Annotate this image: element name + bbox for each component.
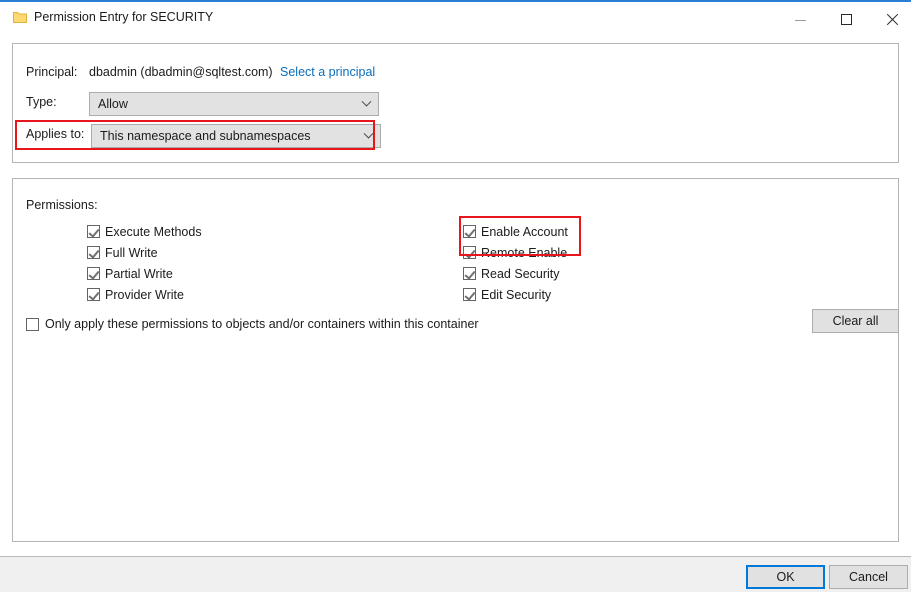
checkbox-icon[interactable] xyxy=(87,267,100,280)
chevron-down-icon xyxy=(356,125,380,147)
only-apply-checkbox-row[interactable]: Only apply these permissions to objects … xyxy=(26,317,479,331)
close-icon xyxy=(886,13,899,26)
permissions-label: Permissions: xyxy=(26,198,98,212)
permission-label: Full Write xyxy=(105,245,158,260)
permission-label: Provider Write xyxy=(105,287,184,302)
permission-checkbox-row[interactable]: Execute Methods xyxy=(87,221,202,242)
permission-label: Remote Enable xyxy=(481,245,568,260)
folder-icon xyxy=(13,12,27,23)
permission-label: Edit Security xyxy=(481,287,552,302)
applies-to-label: Applies to: xyxy=(26,127,85,141)
checkbox-icon[interactable] xyxy=(463,225,476,238)
applies-to-dropdown-value: This namespace and subnamespaces xyxy=(100,129,311,143)
permissions-left-column: Execute Methods Full Write Partial Write… xyxy=(87,221,202,305)
permission-checkbox-row[interactable]: Edit Security xyxy=(463,284,568,305)
dialog-footer: OK Cancel xyxy=(0,557,911,592)
maximize-button[interactable] xyxy=(823,4,869,35)
principal-row: Principal: dbadmin (dbadmin@sqltest.com)… xyxy=(13,62,898,86)
principal-value: dbadmin (dbadmin@sqltest.com) xyxy=(89,65,273,79)
permissions-panel: Permissions: Execute Methods Full Write … xyxy=(12,178,899,542)
permission-entry-dialog: Permission Entry for SECURITY Principal:… xyxy=(0,0,911,592)
permission-label: Execute Methods xyxy=(105,224,202,239)
checkbox-icon[interactable] xyxy=(87,288,100,301)
checkbox-icon[interactable] xyxy=(26,317,39,331)
type-label: Type: xyxy=(26,95,57,109)
checkbox-icon[interactable] xyxy=(463,246,476,259)
checkbox-icon[interactable] xyxy=(463,288,476,301)
applies-to-row: Applies to: This namespace and subnamesp… xyxy=(13,124,898,148)
select-a-principal-link[interactable]: Select a principal xyxy=(280,65,375,79)
permission-label: Partial Write xyxy=(105,266,173,281)
type-dropdown[interactable]: Allow xyxy=(89,92,379,116)
minimize-button[interactable] xyxy=(777,4,823,35)
permission-label: Enable Account xyxy=(481,224,568,239)
applies-to-dropdown[interactable]: This namespace and subnamespaces xyxy=(91,124,381,148)
permission-checkbox-row[interactable]: Partial Write xyxy=(87,263,202,284)
principal-label: Principal: xyxy=(26,65,78,79)
general-panel: Principal: dbadmin (dbadmin@sqltest.com)… xyxy=(12,43,899,163)
ok-button[interactable]: OK xyxy=(746,565,825,589)
permission-checkbox-row[interactable]: Remote Enable xyxy=(463,242,568,263)
type-dropdown-value: Allow xyxy=(98,97,128,111)
title-bar: Permission Entry for SECURITY xyxy=(0,2,911,34)
permission-label: Read Security xyxy=(481,266,560,281)
permission-checkbox-row[interactable]: Read Security xyxy=(463,263,568,284)
cancel-button[interactable]: Cancel xyxy=(829,565,908,589)
permission-checkbox-row[interactable]: Provider Write xyxy=(87,284,202,305)
permissions-right-column: Enable Account Remote Enable Read Securi… xyxy=(463,221,568,305)
checkbox-icon[interactable] xyxy=(87,225,100,238)
close-button[interactable] xyxy=(869,4,911,35)
checkbox-icon[interactable] xyxy=(87,246,100,259)
window-title: Permission Entry for SECURITY xyxy=(34,10,214,24)
permission-checkbox-row[interactable]: Enable Account xyxy=(463,221,568,242)
minimize-icon xyxy=(794,19,806,21)
only-apply-label: Only apply these permissions to objects … xyxy=(45,317,479,331)
checkbox-icon[interactable] xyxy=(463,267,476,280)
clear-all-button[interactable]: Clear all xyxy=(812,309,899,333)
maximize-icon xyxy=(840,14,852,25)
permission-checkbox-row[interactable]: Full Write xyxy=(87,242,202,263)
type-row: Type: Allow xyxy=(13,92,898,116)
chevron-down-icon xyxy=(354,93,378,115)
